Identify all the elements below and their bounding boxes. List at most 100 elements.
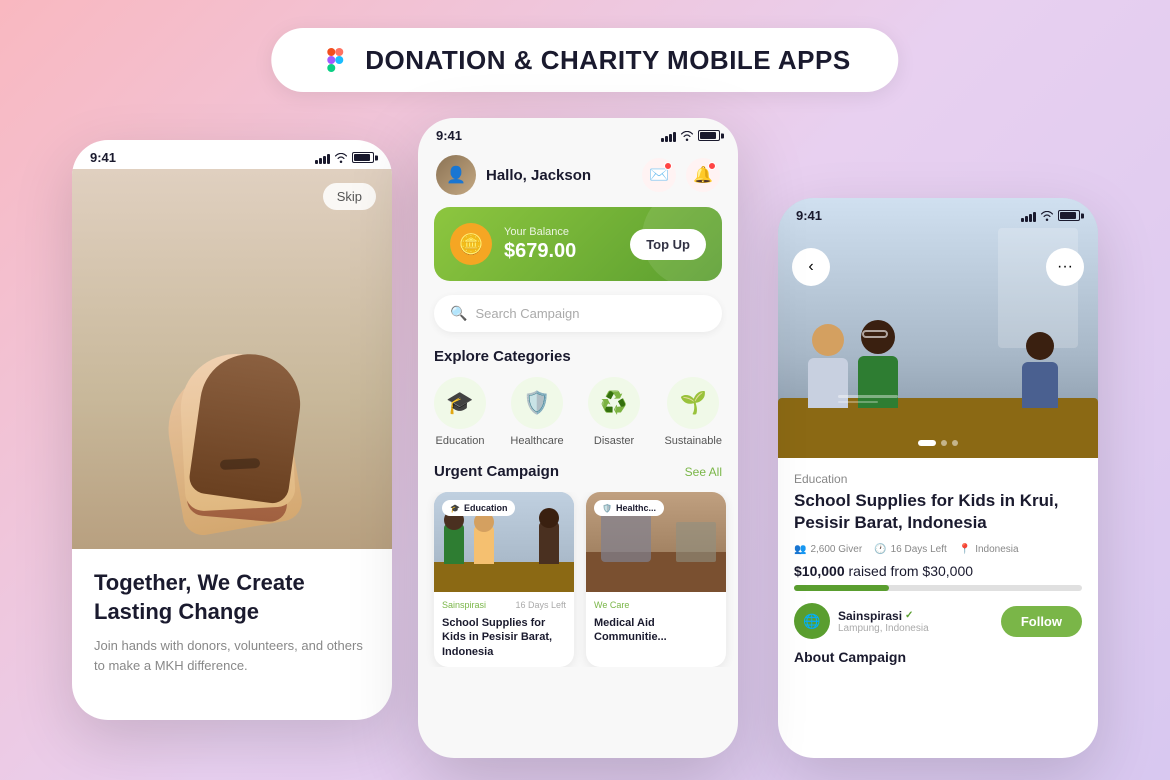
about-label: About Campaign bbox=[794, 649, 1082, 665]
campaign-image-2: 🛡️ Healthc... bbox=[586, 492, 726, 592]
education-label: Education bbox=[436, 435, 485, 447]
bell-button[interactable]: 🔔 bbox=[686, 158, 720, 192]
status-icons-right bbox=[1021, 210, 1080, 222]
greeting-text: Hallo, Jackson bbox=[486, 167, 591, 184]
campaign-card-2[interactable]: 🛡️ Healthc... We Care Medical Aid Commun… bbox=[586, 492, 726, 667]
right-navigation: ‹ ··· bbox=[778, 248, 1098, 286]
campaign-card-1[interactable]: 🎓 Education Sainspirasi 16 Days Left Sch… bbox=[434, 492, 574, 667]
header-banner: DONATION & CHARITY MOBILE APPS bbox=[271, 28, 898, 92]
phone-right: 9:41 bbox=[778, 198, 1098, 758]
category-disaster[interactable]: ♻️ Disaster bbox=[588, 377, 640, 447]
topup-button[interactable]: Top Up bbox=[630, 229, 706, 260]
balance-info: Your Balance $679.00 bbox=[504, 226, 576, 263]
campaign-info-2: We Care Medical Aid Communitie... bbox=[586, 592, 726, 653]
right-category-label: Education bbox=[794, 472, 1082, 486]
battery-icon bbox=[352, 152, 374, 163]
wifi-icon-right bbox=[1040, 211, 1054, 221]
page-title: DONATION & CHARITY MOBILE APPS bbox=[365, 45, 850, 76]
balance-label: Your Balance bbox=[504, 226, 576, 238]
time-center: 9:41 bbox=[436, 128, 462, 143]
explore-title: Explore Categories bbox=[418, 348, 738, 365]
mail-badge bbox=[664, 162, 672, 170]
status-icons-center bbox=[661, 130, 720, 142]
see-all-button[interactable]: See All bbox=[685, 465, 722, 479]
search-bar[interactable]: 🔍 Search Campaign bbox=[434, 295, 722, 332]
days-count: 16 Days Left bbox=[891, 544, 947, 555]
back-button[interactable]: ‹ bbox=[792, 248, 830, 286]
skip-button[interactable]: Skip bbox=[323, 183, 376, 210]
balance-card: 🪙 Your Balance $679.00 Top Up bbox=[434, 207, 722, 281]
education-icon: 🎓 bbox=[434, 377, 486, 429]
battery-icon-right bbox=[1058, 210, 1080, 221]
campaign-title-1: School Supplies for Kids in Pesisir Bara… bbox=[442, 616, 566, 659]
balance-left: 🪙 Your Balance $679.00 bbox=[450, 223, 576, 265]
avatar-greeting: 👤 Hallo, Jackson bbox=[436, 155, 591, 195]
campaign-tag-2: 🛡️ Healthc... bbox=[594, 500, 664, 516]
signal-icon-center bbox=[661, 130, 676, 142]
bell-badge bbox=[708, 162, 716, 170]
verified-icon: ✓ bbox=[905, 610, 913, 621]
campaign-days-1: 16 Days Left bbox=[515, 600, 566, 612]
clock-icon: 🕐 bbox=[874, 544, 886, 555]
right-hero-image: ‹ ··· bbox=[778, 198, 1098, 458]
follow-button[interactable]: Follow bbox=[1001, 606, 1082, 637]
disaster-icon: ♻️ bbox=[588, 377, 640, 429]
givers-count: 2,600 Giver bbox=[810, 544, 862, 555]
campaign-org-1: Sainspirasi bbox=[442, 600, 486, 610]
classroom-bg bbox=[778, 198, 1098, 458]
categories-row: 🎓 Education 🛡️ Healthcare ♻️ Disaster 🌱 … bbox=[418, 377, 738, 447]
mail-button[interactable]: ✉️ bbox=[642, 158, 676, 192]
location-stat: 📍 Indonesia bbox=[959, 544, 1019, 555]
progress-bar-fill bbox=[794, 585, 889, 591]
left-phone-content: Together, We Create Lasting Change Join … bbox=[72, 549, 392, 695]
center-header: 👤 Hallo, Jackson ✉️ 🔔 bbox=[418, 147, 738, 207]
sustainable-icon: 🌱 bbox=[667, 377, 719, 429]
org-row: 🌐 Sainspirasi ✓ Lampung, Indonesia Follo… bbox=[794, 603, 1082, 639]
disaster-label: Disaster bbox=[594, 435, 634, 447]
status-bar-center: 9:41 bbox=[418, 118, 738, 147]
dot-3 bbox=[952, 440, 958, 446]
search-icon: 🔍 bbox=[450, 305, 467, 322]
category-sustainable[interactable]: 🌱 Sustainable bbox=[664, 377, 722, 447]
figma-icon bbox=[319, 44, 351, 76]
org-avatar: 🌐 bbox=[794, 603, 830, 639]
org-info: 🌐 Sainspirasi ✓ Lampung, Indonesia bbox=[794, 603, 929, 639]
campaign-title-2: Medical Aid Communitie... bbox=[594, 616, 718, 645]
dot-2 bbox=[941, 440, 947, 446]
wifi-icon bbox=[334, 153, 348, 163]
wifi-icon-center bbox=[680, 131, 694, 141]
raised-text: $10,000 raised from $30,000 bbox=[794, 563, 1082, 579]
org-name: Sainspirasi ✓ bbox=[838, 609, 929, 623]
more-button[interactable]: ··· bbox=[1046, 248, 1084, 286]
category-healthcare[interactable]: 🛡️ Healthcare bbox=[510, 377, 563, 447]
location-text: Indonesia bbox=[975, 544, 1018, 555]
campaign-image-1: 🎓 Education bbox=[434, 492, 574, 592]
givers-stat: 👥 2,600 Giver bbox=[794, 544, 862, 555]
campaign-org-row-1: Sainspirasi 16 Days Left bbox=[442, 600, 566, 612]
campaign-tag-1: 🎓 Education bbox=[442, 500, 515, 516]
status-icons-left bbox=[315, 152, 374, 164]
time-left: 9:41 bbox=[90, 150, 116, 165]
status-bar-left: 9:41 bbox=[72, 140, 392, 169]
location-icon: 📍 bbox=[959, 544, 971, 555]
header-actions: ✉️ 🔔 bbox=[642, 158, 720, 192]
raised-amount: $10,000 bbox=[794, 563, 845, 579]
givers-icon: 👥 bbox=[794, 544, 806, 555]
urgent-header: Urgent Campaign See All bbox=[418, 463, 738, 480]
raised-from: raised from $30,000 bbox=[849, 563, 974, 579]
category-education[interactable]: 🎓 Education bbox=[434, 377, 486, 447]
status-bar-right: 9:41 bbox=[778, 198, 1098, 227]
campaign-org-row-2: We Care bbox=[594, 600, 718, 612]
right-stats: 👥 2,600 Giver 🕐 16 Days Left 📍 Indonesia bbox=[794, 544, 1082, 555]
image-dots bbox=[918, 440, 958, 446]
campaign-info-1: Sainspirasi 16 Days Left School Supplies… bbox=[434, 592, 574, 667]
right-content: Education School Supplies for Kids in Kr… bbox=[778, 458, 1098, 679]
left-hero-title: Together, We Create Lasting Change bbox=[94, 569, 370, 626]
right-campaign-title: School Supplies for Kids in Krui, Pesisi… bbox=[794, 490, 1082, 534]
left-hero-desc: Join hands with donors, volunteers, and … bbox=[94, 636, 370, 675]
coin-icon: 🪙 bbox=[450, 223, 492, 265]
campaign-cards: 🎓 Education Sainspirasi 16 Days Left Sch… bbox=[418, 492, 738, 667]
phone-center: 9:41 👤 Hallo, Jackson ✉️ bbox=[418, 118, 738, 758]
time-right: 9:41 bbox=[796, 208, 822, 223]
campaign-org-2: We Care bbox=[594, 600, 629, 610]
